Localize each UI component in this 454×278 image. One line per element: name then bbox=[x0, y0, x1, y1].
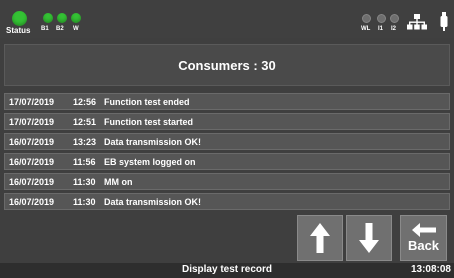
back-label: Back bbox=[407, 238, 440, 253]
scroll-down-button[interactable] bbox=[346, 215, 392, 261]
log-date: 16/07/2019 bbox=[9, 176, 55, 187]
event-log-list: 17/07/2019 12:56 Function test ended 17/… bbox=[4, 93, 450, 213]
status-label: Status bbox=[6, 26, 31, 35]
log-row: 16/07/2019 11:56 EB system logged on bbox=[4, 153, 450, 170]
log-date: 17/07/2019 bbox=[9, 116, 55, 127]
log-time: 12:51 bbox=[73, 116, 97, 127]
consumers-text: Consumers : 30 bbox=[178, 57, 276, 73]
arrow-down-icon bbox=[359, 223, 379, 253]
log-message: Data transmission OK! bbox=[104, 136, 202, 147]
back-button[interactable]: Back bbox=[400, 215, 447, 261]
log-time: 11:30 bbox=[73, 176, 96, 187]
log-date: 16/07/2019 bbox=[9, 136, 55, 147]
usb-icon bbox=[440, 12, 448, 31]
log-date: 16/07/2019 bbox=[9, 156, 55, 167]
log-message: EB system logged on bbox=[104, 156, 196, 167]
log-message: MM on bbox=[104, 176, 133, 187]
status-bar: Status B1 B2 W WL I1 I2 bbox=[0, 0, 454, 38]
network-icon bbox=[407, 14, 427, 30]
w-label: W bbox=[73, 26, 79, 32]
scroll-up-button[interactable] bbox=[297, 215, 343, 261]
b1-label: B1 bbox=[41, 26, 49, 32]
log-time: 12:56 bbox=[73, 96, 97, 107]
screen: Status B1 B2 W WL I1 I2 Consumers: 30 1… bbox=[0, 0, 454, 278]
wl-led bbox=[362, 14, 371, 23]
clock: 13:08:08 bbox=[410, 264, 451, 275]
i1-label: I1 bbox=[378, 26, 384, 32]
i1-led bbox=[377, 14, 386, 23]
i2-label: I2 bbox=[391, 26, 397, 32]
log-message: Data transmission OK! bbox=[104, 196, 202, 207]
footer-bar: Display test record 13:08:08 bbox=[0, 263, 454, 278]
log-row: 16/07/2019 13:23 Data transmission OK! bbox=[4, 133, 450, 150]
i2-led bbox=[390, 14, 399, 23]
w-led bbox=[71, 13, 81, 23]
log-date: 16/07/2019 bbox=[9, 196, 55, 207]
log-time: 11:56 bbox=[73, 156, 96, 167]
arrow-left-icon bbox=[411, 223, 436, 237]
status-led bbox=[12, 11, 27, 26]
consumers-banner: Consumers : 30 bbox=[4, 44, 450, 86]
log-row: 17/07/2019 12:56 Function test ended bbox=[4, 93, 450, 110]
log-date: 17/07/2019 bbox=[9, 96, 55, 107]
arrow-up-icon bbox=[310, 223, 330, 253]
log-row: 16/07/2019 11:30 Data transmission OK! bbox=[4, 193, 450, 210]
log-row: 16/07/2019 11:30 MM on bbox=[4, 173, 450, 190]
b2-label: B2 bbox=[56, 26, 64, 32]
log-time: 13:23 bbox=[73, 136, 97, 147]
log-message: Function test ended bbox=[104, 96, 190, 107]
log-message: Function test started bbox=[104, 116, 194, 127]
wl-label: WL bbox=[361, 26, 371, 32]
log-time: 11:30 bbox=[73, 196, 96, 207]
screen-title: Display test record bbox=[181, 264, 273, 275]
log-row: 17/07/2019 12:51 Function test started bbox=[4, 113, 450, 130]
b2-led bbox=[57, 13, 67, 23]
b1-led bbox=[43, 13, 53, 23]
